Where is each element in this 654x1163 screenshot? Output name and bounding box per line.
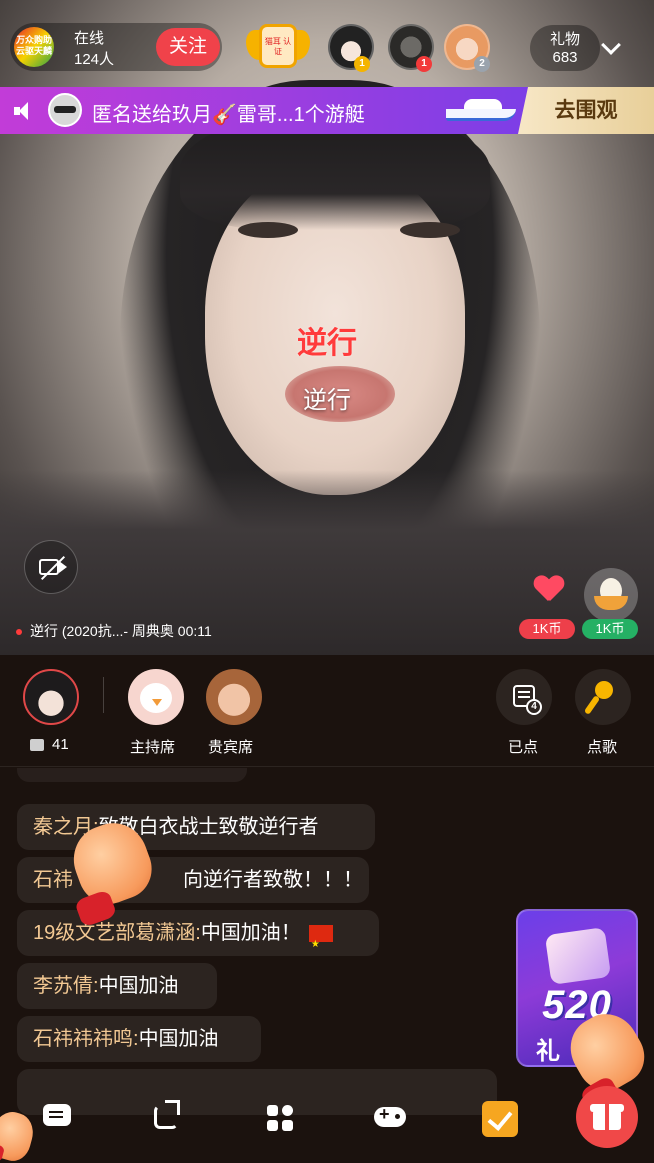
gift-counter-value: 683 [552, 49, 578, 66]
streamer-eye-right [400, 222, 460, 238]
streamer-gift-count-value: 41 [52, 736, 69, 753]
bird-icon [140, 683, 172, 713]
streamer-gift-count: 41 [30, 736, 69, 753]
apps-grid-icon [267, 1105, 293, 1131]
send-gift-button[interactable] [576, 1086, 638, 1148]
speaker-icon [14, 101, 36, 121]
chat-bubble-icon [43, 1104, 71, 1126]
now-playing-text: 逆行 (2020抗...- 周典奥 00:11 [30, 623, 212, 639]
gamepad-icon [374, 1104, 406, 1127]
game-button[interactable] [370, 1097, 410, 1137]
badge-label: 猫耳 认证 [259, 24, 297, 68]
chat-username[interactable]: 19级文艺部葛潇涵: [33, 922, 201, 944]
lyric-next-line: 逆行 [303, 387, 351, 414]
viewer-rank-badge-3: 2 [474, 56, 490, 72]
heart-gift-price: 1K币 [519, 619, 575, 639]
gift-icon [30, 739, 44, 752]
seat-divider [103, 677, 104, 713]
anonymous-avatar [48, 93, 82, 127]
chat-username[interactable]: 石祎祎祎鸣: [33, 1028, 139, 1050]
request-song-button[interactable] [575, 669, 631, 725]
chat-button[interactable] [38, 1097, 78, 1137]
share-button[interactable] [148, 1097, 188, 1137]
live-dot-icon [16, 629, 22, 636]
gift-announcement-banner[interactable]: 匿名送给玖月🎸雷哥...1个游艇 去围观 [0, 87, 654, 134]
task-check-icon [482, 1101, 518, 1137]
room-badge[interactable]: 猫耳 认证 [246, 20, 310, 74]
bottom-toolbar [0, 1082, 654, 1163]
host-avatar[interactable]: 万众购助 云驱天麟 [14, 27, 54, 67]
chat-message-partial [17, 768, 247, 782]
viewer-rank-badge-1: 1 [354, 56, 370, 72]
chat-message[interactable]: 石祎祎祎鸣:中国加油 [17, 1016, 261, 1062]
chat-text: 向逆行者致敬！！！ [183, 869, 363, 891]
treasure-chest-icon [544, 927, 612, 985]
gift-counter-label: 礼物 [549, 31, 580, 48]
now-playing[interactable]: 逆行 (2020抗...- 周典奥 00:11 [16, 621, 212, 641]
chat-message[interactable]: 李苏倩:中国加油 [17, 963, 217, 1009]
streamer-eye-left [238, 222, 298, 238]
egg-gift-price: 1K币 [582, 619, 638, 639]
task-button[interactable] [480, 1097, 520, 1137]
chat-text: 中国加油！ [200, 922, 301, 944]
china-flag-icon [308, 922, 333, 968]
apps-button[interactable] [260, 1097, 300, 1137]
heart-icon [534, 576, 562, 604]
request-song-label: 点歌 [587, 739, 618, 756]
online-count: 124人 [74, 51, 115, 68]
egg-gift[interactable] [584, 568, 638, 622]
host-info-pill[interactable]: 万众购助 云驱天麟 在线 124人 关注 [10, 23, 222, 71]
guest-seat-avatar[interactable] [206, 669, 262, 725]
chat-text: 中国加油 [138, 1028, 219, 1050]
go-watch-button[interactable]: 去围观 [518, 87, 654, 134]
host-seat-label: 主持席 [130, 739, 176, 756]
viewer-rank-badge-2: 1 [416, 56, 432, 72]
camera-off-button[interactable] [24, 540, 78, 594]
banner-message: 匿名送给玖月🎸雷哥...1个游艇 [92, 104, 365, 126]
guest-seat-label: 贵宾席 [208, 739, 254, 756]
lyric-current-line: 逆行 [297, 327, 357, 360]
follow-button[interactable]: 关注 [156, 28, 220, 66]
picked-songs-button[interactable]: 4 [496, 669, 552, 725]
host-seat-avatar[interactable] [128, 669, 184, 725]
seats-row: 41 主持席 贵宾席 4 已点 点歌 [0, 655, 654, 767]
yacht-icon [446, 93, 516, 127]
chat-username[interactable]: 李苏倩: [33, 975, 99, 997]
picked-count-badge: 4 [526, 699, 542, 715]
picked-songs-label: 已点 [508, 739, 539, 756]
share-icon [154, 1100, 180, 1129]
streamer-seat-avatar[interactable] [23, 669, 79, 725]
online-label: 在线 [74, 30, 105, 47]
gift-counter[interactable]: 礼物 683 [530, 25, 600, 71]
chat-text: 中国加油 [98, 975, 179, 997]
